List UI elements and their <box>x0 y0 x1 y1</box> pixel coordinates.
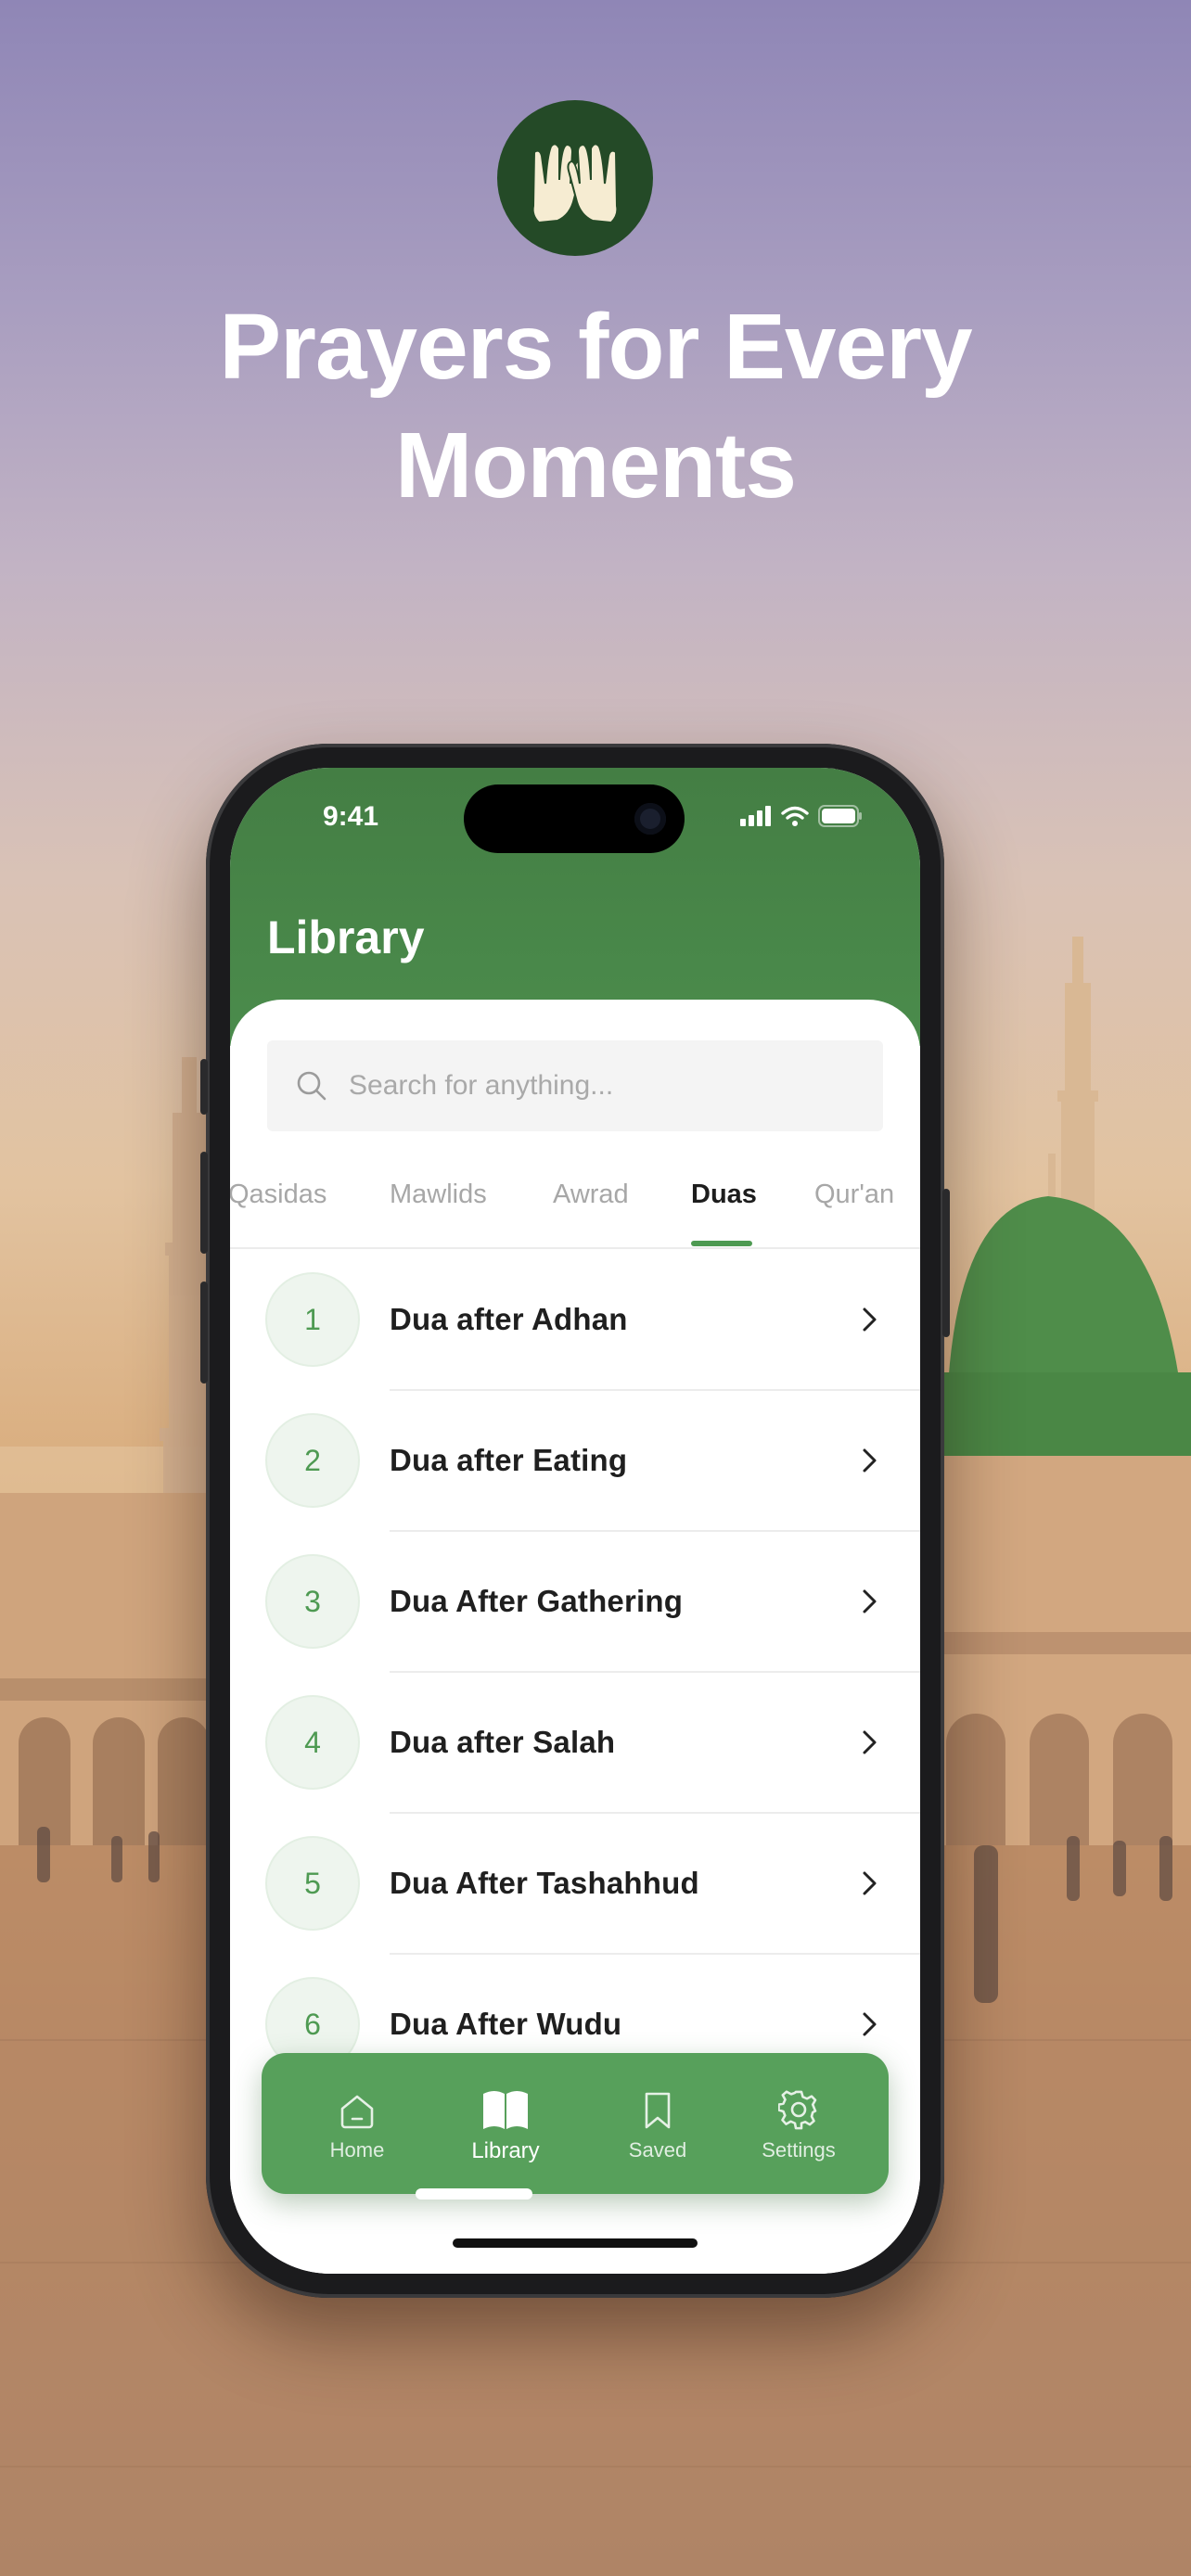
item-title: Dua After Tashahhud <box>390 1866 699 1900</box>
app-logo <box>497 100 653 256</box>
active-tab-indicator <box>691 1241 752 1246</box>
hero-title-line-2: Moments <box>395 414 797 517</box>
active-tabbar-indicator <box>416 2188 532 2200</box>
tabbar-settings[interactable]: Settings <box>738 2053 859 2194</box>
camera-icon <box>634 803 666 835</box>
item-title: Dua after Salah <box>390 1725 616 1759</box>
wifi-icon <box>781 806 809 826</box>
cellular-signal-icon <box>740 806 771 826</box>
list-item[interactable]: 3 Dua After Gathering <box>230 1532 920 1673</box>
tab-qasidas[interactable]: Qasidas <box>230 1180 327 1210</box>
tabbar-library-label: Library <box>471 2138 540 2163</box>
tabbar-settings-label: Settings <box>762 2138 836 2162</box>
item-number-badge: 4 <box>267 1697 358 1788</box>
phone-frame: 9:41 Library Search for anything... Qasi… <box>200 744 950 2298</box>
list-item[interactable]: 1 Dua after Adhan <box>230 1250 920 1391</box>
chevron-right-icon <box>863 1730 877 1754</box>
tabbar-home[interactable]: Home <box>306 2053 408 2194</box>
item-title: Dua after Adhan <box>390 1302 628 1336</box>
chevron-right-icon <box>863 1589 877 1613</box>
battery-icon <box>818 805 862 827</box>
status-time: 9:41 <box>323 801 379 832</box>
tabs-divider <box>230 1247 920 1249</box>
item-number-badge: 3 <box>267 1556 358 1647</box>
gear-icon <box>778 2090 817 2130</box>
home-icon <box>340 2095 374 2129</box>
bookmark-icon <box>645 2092 671 2129</box>
search-icon <box>297 1071 327 1101</box>
tab-awrad[interactable]: Awrad <box>553 1180 629 1210</box>
chevron-right-icon <box>863 1448 877 1473</box>
item-title: Dua After Gathering <box>390 1584 684 1618</box>
tab-mawlids[interactable]: Mawlids <box>390 1180 487 1210</box>
tab-duas[interactable]: Duas <box>691 1180 757 1210</box>
action-button <box>200 1059 208 1115</box>
tab-quran[interactable]: Qur'an <box>814 1180 894 1210</box>
item-title: Dua after Eating <box>390 1443 628 1477</box>
power-button <box>942 1189 950 1337</box>
search-input[interactable] <box>349 1070 850 1102</box>
app-screen: 9:41 Library Search for anything... Qasi… <box>230 768 920 2274</box>
list-item[interactable]: 5 Dua After Tashahhud <box>230 1814 920 1955</box>
tabbar-saved-label: Saved <box>628 2138 687 2162</box>
item-number-badge: 1 <box>267 1274 358 1365</box>
item-number-badge: 2 <box>267 1415 358 1506</box>
page-title: Library <box>267 912 425 963</box>
list-item[interactable]: 4 Dua after Salah <box>230 1673 920 1814</box>
volume-down-button <box>200 1282 208 1384</box>
status-icons <box>740 805 863 827</box>
dynamic-island <box>464 784 685 853</box>
item-title: Dua After Wudu <box>390 2007 622 2041</box>
list-item[interactable]: 2 Dua after Eating <box>230 1391 920 1532</box>
chevron-right-icon <box>863 1871 877 1895</box>
chevron-right-icon <box>863 2012 877 2036</box>
home-indicator[interactable] <box>453 2238 698 2248</box>
item-number-badge: 5 <box>267 1838 358 1929</box>
search-bar[interactable] <box>267 1040 883 1131</box>
tabbar-saved[interactable]: Saved <box>607 2053 709 2194</box>
bottom-tab-bar: Home Library Saved Settings <box>262 2053 889 2194</box>
chevron-right-icon <box>863 1307 877 1332</box>
praying-hands-icon <box>531 143 619 224</box>
hero-title-line-1: Prayers for Every <box>219 295 972 399</box>
hero-title: Prayers for Every Moments <box>0 287 1191 525</box>
volume-up-button <box>200 1152 208 1254</box>
book-icon <box>483 2091 528 2129</box>
category-tabs: Qasidas Mawlids Awrad Duas Qur'an <box>230 1180 920 1241</box>
tabbar-library[interactable]: Library <box>455 2053 557 2194</box>
tabbar-home-label: Home <box>329 2138 385 2162</box>
